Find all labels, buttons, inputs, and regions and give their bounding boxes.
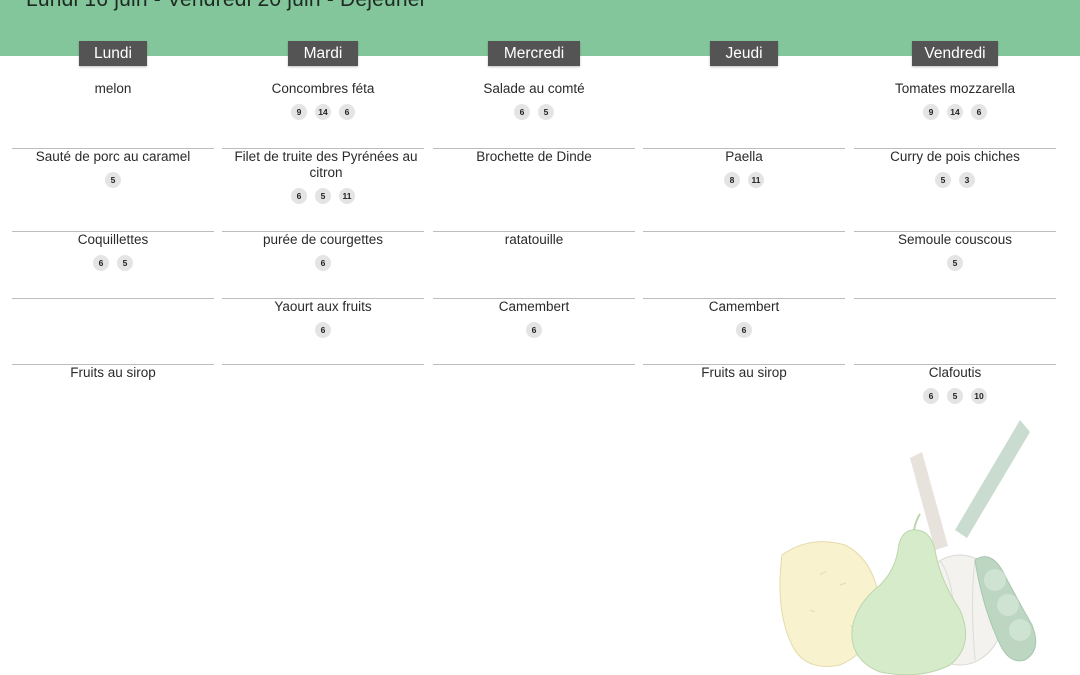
dish-name: Curry de pois chiches — [890, 149, 1020, 164]
dish-name: Yaourt aux fruits — [274, 299, 372, 314]
allergen-list: 65 — [12, 253, 214, 271]
allergen-list: 9 14 6 — [222, 102, 424, 120]
dish-name: Semoule couscous — [897, 232, 1013, 247]
allergen-badge[interactable]: 11 — [748, 172, 764, 188]
dish-name: Camembert — [708, 299, 780, 314]
allergen-list: 5 — [854, 253, 1056, 271]
allergen-badge[interactable]: 5 — [947, 255, 963, 271]
course-cell: Coquillettes 6 5 — [12, 232, 214, 299]
course-cell — [643, 232, 845, 299]
allergen-list: 9 14 6 — [854, 102, 1056, 120]
course-cell: Yaourt aux fruits 6 — [222, 299, 424, 365]
course-cell: Concombres féta 9 14 6 — [222, 81, 424, 149]
allergen-badge[interactable]: 9 — [923, 104, 939, 120]
course-cell: Curry de pois chiches 5 3 — [854, 149, 1056, 232]
course-cell — [222, 365, 424, 435]
allergen-badge[interactable]: 5 — [947, 388, 963, 404]
menu-week-grid: Lundi melon Sauté de porc au caramel 5 Coqui… — [0, 41, 1080, 441]
allergen-badge[interactable]: 5 — [315, 188, 331, 204]
allergen-list: 6 5 11 — [222, 186, 424, 204]
dish-name: Filet de truite des Pyrénées au citron — [234, 149, 418, 180]
allergen-list: 53 — [854, 170, 1056, 188]
allergen-badge[interactable]: 6 — [93, 255, 109, 271]
allergen-list: 6 — [222, 253, 424, 271]
course-cell: Salade au comté 6 5 — [433, 81, 635, 149]
course-cell — [854, 299, 1056, 365]
course-cell: purée de courgettes 6 — [222, 232, 424, 299]
course-cell: Tomates mozzarella 9 14 6 — [854, 81, 1056, 149]
vegetables-illustration — [779, 420, 1037, 675]
allergen-badge[interactable]: 3 — [959, 172, 975, 188]
course-cell: Paella 8 11 — [643, 149, 845, 232]
dish-name: Concombres féta — [271, 81, 375, 96]
allergen-badge[interactable]: 6 — [526, 322, 542, 338]
course-cell: Semoule couscous 5 — [854, 232, 1056, 299]
dish-name: Paella — [725, 149, 763, 164]
dish-name: Tomates mozzarella — [894, 81, 1016, 96]
course-cell: ratatouille — [433, 232, 635, 299]
course-cell — [643, 81, 845, 149]
allergen-list: 6 — [643, 320, 845, 338]
allergen-list: 6 — [222, 320, 424, 338]
allergen-badge[interactable]: 8 — [724, 172, 740, 188]
allergen-badge[interactable]: 6 — [971, 104, 987, 120]
dish-name: Brochette de Dinde — [476, 149, 592, 164]
course-cell: melon — [12, 81, 214, 149]
allergen-badge[interactable]: 6 — [514, 104, 530, 120]
dish-name: Camembert — [498, 299, 570, 314]
allergen-badge[interactable]: 6 — [291, 188, 307, 204]
dish-name: Sauté de porc au caramel — [35, 149, 191, 164]
course-cell: Brochette de Dinde — [433, 149, 635, 232]
allergen-badge[interactable]: 5 — [105, 172, 121, 188]
course-cell: Filet de truite des Pyrénées au citron 6 5… — [222, 149, 424, 232]
dish-name: purée de courgettes — [262, 232, 384, 247]
allergen-list: 6 5 10 — [854, 386, 1056, 404]
allergen-badge[interactable]: 14 — [947, 104, 963, 120]
allergen-badge[interactable]: 5 — [935, 172, 951, 188]
day-header: Mardi — [288, 41, 358, 66]
allergen-badge[interactable]: 6 — [736, 322, 752, 338]
course-cell: Camembert 6 — [433, 299, 635, 365]
allergen-list: 8 11 — [643, 170, 845, 188]
dish-name: melon — [94, 81, 132, 96]
dish-name: Fruits au sirop — [701, 365, 787, 380]
allergen-list: 6 — [433, 320, 635, 338]
course-cell — [433, 365, 635, 435]
allergen-badge[interactable]: 6 — [315, 255, 331, 271]
allergen-list: 5 — [12, 170, 214, 188]
allergen-badge[interactable]: 6 — [339, 104, 355, 120]
day-header: Jeudi — [710, 41, 778, 66]
course-cell: Fruits au sirop — [12, 365, 214, 435]
allergen-badge[interactable]: 6 — [923, 388, 939, 404]
allergen-badge[interactable]: 11 — [339, 188, 355, 204]
course-cell: Camembert 6 — [643, 299, 845, 365]
allergen-badge[interactable]: 14 — [315, 104, 331, 120]
allergen-badge[interactable]: 9 — [291, 104, 307, 120]
allergen-badge[interactable]: 10 — [971, 388, 987, 404]
dish-name: Clafoutis — [928, 365, 982, 380]
day-header: Lundi — [79, 41, 147, 66]
day-header: Vendredi — [912, 41, 998, 66]
day-header: Mercredi — [488, 41, 580, 66]
allergen-badge[interactable]: 5 — [538, 104, 554, 120]
dish-name: Fruits au sirop — [70, 365, 156, 380]
course-cell — [12, 299, 214, 365]
allergen-badge[interactable]: 6 — [315, 322, 331, 338]
allergen-list: 65 — [433, 102, 635, 120]
course-cell: Sauté de porc au caramel 5 — [12, 149, 214, 232]
dish-name: ratatouille — [504, 232, 564, 247]
page-title: Lundi 16 juin - Vendredi 20 juin - Déjeu… — [26, 0, 427, 12]
allergen-badge[interactable]: 5 — [117, 255, 133, 271]
dish-name: Salade au comté — [483, 81, 585, 96]
dish-name: Coquillettes — [77, 232, 149, 247]
